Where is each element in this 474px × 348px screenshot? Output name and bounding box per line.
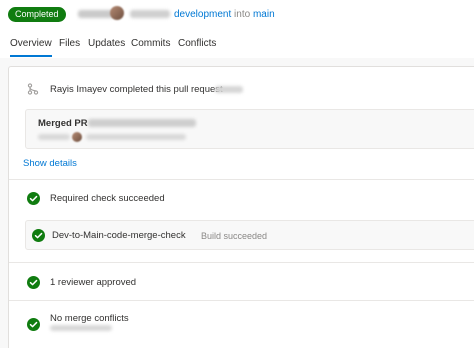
pr-header: Completed development into main [0,0,474,30]
tab-updates[interactable]: Updates [88,38,125,49]
divider [9,262,474,263]
tab-conflicts[interactable]: Conflicts [178,38,216,49]
required-check-text: Required check succeeded [50,193,165,204]
merged-pr-box: Merged PR [25,109,474,149]
redacted-pr-id [78,10,114,18]
merged-pr-title: Merged PR [38,118,88,129]
show-details-link[interactable]: Show details [23,158,77,169]
completed-message: Rayis Imayev completed this pull request [50,84,223,95]
redacted-commit-meta [86,134,186,140]
author-avatar [110,6,124,20]
reviewers-text: 1 reviewer approved [50,277,137,288]
redacted-date [215,86,243,93]
redacted-commit-id [38,134,70,140]
check-circle-icon [27,276,40,289]
build-name: Dev-to-Main-code-merge-check [52,230,186,241]
overview-card: Rayis Imayev completed this pull request… [8,66,474,348]
divider [9,300,474,301]
redacted-conflict-detail [50,325,112,331]
target-branch-link[interactable]: main [253,9,275,20]
pr-tabs: Overview Files Updates Commits Conflicts [0,30,474,58]
branch-into-text: into [234,9,251,20]
tab-overview[interactable]: Overview [10,38,52,57]
check-circle-icon [27,318,40,331]
check-circle-icon [32,229,45,242]
tab-commits[interactable]: Commits [131,38,170,49]
committer-avatar [72,132,82,142]
tab-files[interactable]: Files [59,38,80,49]
branch-info: development into main [174,9,275,20]
merge-icon [27,83,39,95]
source-branch-link[interactable]: development [174,9,231,20]
redacted-author-name [130,10,170,18]
status-badge: Completed [8,7,66,22]
build-status: Build succeeded [201,231,268,241]
merge-conflicts-text: No merge conflicts [50,313,129,324]
check-circle-icon [27,192,40,205]
divider [9,179,474,180]
redacted-merge-title [88,119,196,127]
build-policy-box[interactable]: Dev-to-Main-code-merge-check Build succe… [25,220,474,250]
